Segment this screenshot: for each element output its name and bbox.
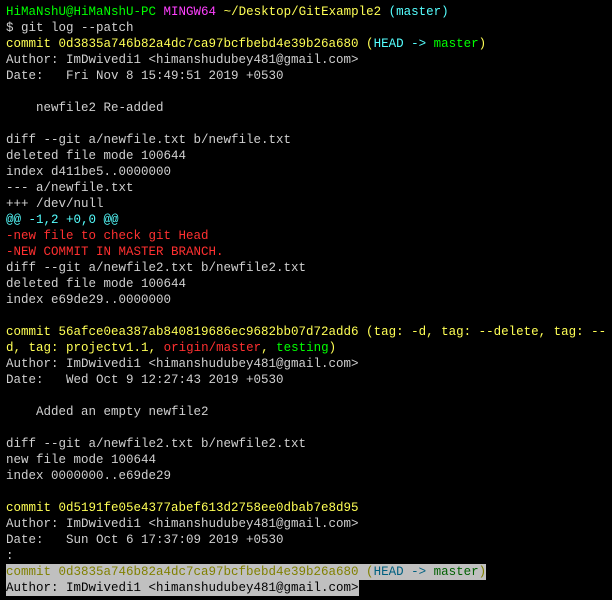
author-line: Author: ImDwivedi1 <himanshudubey481@gma… xyxy=(6,356,606,372)
shell-prompt: HiMaNshU@HiMaNshU-PC MINGW64 ~/Desktop/G… xyxy=(6,4,606,20)
author-line-invert: Author: ImDwivedi1 <himanshudubey481@gma… xyxy=(6,580,606,596)
diff-header: diff --git a/newfile.txt b/newfile.txt xyxy=(6,132,606,148)
date-line: Date: Fri Nov 8 15:49:51 2019 +0530 xyxy=(6,68,606,84)
diff-mode: new file mode 100644 xyxy=(6,452,606,468)
diff-index: index 0000000..e69de29 xyxy=(6,468,606,484)
commit-line: commit 0d5191fe05e4377abef613d2758ee0dba… xyxy=(6,500,606,516)
diff-hunk: @@ -1,2 +0,0 @@ xyxy=(6,212,606,228)
commit-line-wrap: d, tag: projectv1.1, origin/master, test… xyxy=(6,340,606,356)
diff-new: +++ /dev/null xyxy=(6,196,606,212)
branch: (master) xyxy=(389,5,449,19)
author-line: Author: ImDwivedi1 <himanshudubey481@gma… xyxy=(6,52,606,68)
shell-name: MINGW64 xyxy=(164,5,217,19)
commit-message: newfile2 Re-added xyxy=(6,100,606,116)
diff-header: diff --git a/newfile2.txt b/newfile2.txt xyxy=(6,260,606,276)
author-line: Author: ImDwivedi1 <himanshudubey481@gma… xyxy=(6,516,606,532)
diff-removed: -NEW COMMIT IN MASTER BRANCH. xyxy=(6,244,606,260)
diff-old: --- a/newfile.txt xyxy=(6,180,606,196)
commit-message: Added an empty newfile2 xyxy=(6,404,606,420)
date-line: Date: Sun Oct 6 17:37:09 2019 +0530 xyxy=(6,532,606,548)
diff-index: index d411be5..0000000 xyxy=(6,164,606,180)
command-line[interactable]: $ git log --patch xyxy=(6,20,606,36)
diff-mode: deleted file mode 100644 xyxy=(6,276,606,292)
diff-mode: deleted file mode 100644 xyxy=(6,148,606,164)
commit-line: commit 56afce0ea387ab840819686ec9682bb07… xyxy=(6,324,606,340)
diff-index: index e69de29..0000000 xyxy=(6,292,606,308)
commit-line-invert: commit 0d3835a746b82a4dc7ca97bcfbebd4e39… xyxy=(6,564,606,580)
user-host: HiMaNshU@HiMaNshU-PC xyxy=(6,5,156,19)
diff-header: diff --git a/newfile2.txt b/newfile2.txt xyxy=(6,436,606,452)
date-line: Date: Wed Oct 9 12:27:43 2019 +0530 xyxy=(6,372,606,388)
pager-prompt[interactable]: : xyxy=(6,548,606,564)
cwd: ~/Desktop/GitExample2 xyxy=(224,5,382,19)
commit-line: commit 0d3835a746b82a4dc7ca97bcfbebd4e39… xyxy=(6,36,606,52)
diff-removed: -new file to check git Head xyxy=(6,228,606,244)
